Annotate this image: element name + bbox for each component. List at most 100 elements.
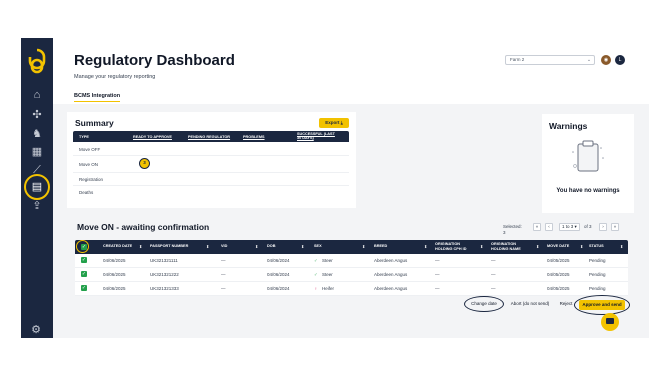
chat-icon [606,318,614,324]
reject-button[interactable]: Reject [557,299,575,309]
chat-button[interactable] [601,313,619,331]
male-icon: ♂ [314,272,318,277]
main-content: Regulatory Dashboard Manage your regulat… [53,38,649,338]
upload-icon[interactable]: ⇪ [30,199,44,213]
cell-move-date: 04/05/2025 [547,258,570,263]
abort-button[interactable]: Abort (do not send) [506,299,554,309]
col-origination-name[interactable]: ORIGINATION HOLDING NAME [491,242,533,252]
download-icon: ⤓ [340,120,343,125]
col-sex[interactable]: SEX [314,244,322,249]
warnings-title: Warnings [549,121,588,131]
summary-title: Summary [75,118,114,128]
cell-created: 04/06/2025 [103,258,126,263]
farm-select-value: Farm 2 [510,57,525,62]
warnings-empty-text: You have no warnings [556,188,620,194]
cell-cph: — [435,286,440,291]
cell-holding: — [491,272,496,277]
pager-next-icon[interactable]: › [599,223,607,231]
app-logo[interactable] [27,48,47,74]
cell-status: Pending [589,272,606,277]
selected-count: Selected: 3 [503,224,522,236]
farm-avatar-icon[interactable]: ◉ [601,55,611,65]
table-row[interactable]: ✓ 04/06/2025 UK321321333 — 04/06/2024 ♀ … [75,282,628,296]
pager-select[interactable]: 1 to 3 ▾ [559,223,580,231]
cell-created: 04/06/2025 [103,272,126,277]
sort-icon[interactable]: ⬍ [580,244,583,249]
home-icon[interactable]: ⌂ [30,88,44,102]
summary-row-type: Deaths [79,190,94,195]
sort-icon[interactable]: ⬍ [424,244,427,249]
col-passport-number[interactable]: PASSPORT NUMBER [150,244,188,249]
empty-clipboard-icon [572,140,604,172]
summary-col-type: TYPE [79,135,89,139]
cell-holding: — [491,258,496,263]
col-vid[interactable]: VID [221,244,227,249]
cell-vid: — [221,286,226,291]
cell-passport: UK321321333 [150,286,179,291]
summary-col-ready[interactable]: READY TO APPROVE [133,135,172,139]
col-created-date[interactable]: CREATED DATE [103,244,132,249]
settings-gear-icon[interactable]: ⚙ [30,324,42,336]
export-button[interactable]: Export ⤓ [319,118,349,128]
approve-and-send-button[interactable]: Approve and send [579,300,625,310]
cell-created: 04/06/2025 [103,286,126,291]
handshake-icon[interactable]: ✣ [30,108,44,122]
sort-icon[interactable]: ⬍ [139,244,142,249]
col-status[interactable]: STATUS [589,244,604,249]
summary-row-type: Registration [79,177,104,182]
cell-sex: Steer [322,272,333,277]
page-subtitle: Manage your regulatory reporting [74,74,156,80]
row-checkbox[interactable]: ✓ [81,271,87,277]
sort-icon[interactable]: ⬍ [536,244,539,249]
tab-bcms-integration[interactable]: BCMS Integration [74,93,121,102]
pager-last-icon[interactable]: » [611,223,619,231]
summary-col-problems[interactable]: PROBLEMS [243,135,265,139]
sort-icon[interactable]: ⬍ [480,244,483,249]
sort-icon[interactable]: ⬍ [362,244,365,249]
export-label: Export [325,120,340,125]
cell-breed: Aberdeen Angus [374,272,408,277]
user-avatar[interactable]: L [615,55,625,65]
col-move-date[interactable]: MOVE DATE [547,244,569,249]
table-row[interactable]: ✓ 04/06/2025 UK321321222 — 04/06/2024 ♂ … [75,268,628,282]
cell-passport: UK321321222 [150,272,179,277]
cell-breed: Aberdeen Angus [374,258,408,263]
sort-icon[interactable]: ⬍ [301,244,304,249]
col-breed[interactable]: BREED [374,244,387,249]
female-icon: ♀ [314,286,318,291]
row-checkbox[interactable]: ✓ [81,285,87,291]
clipboard-icon[interactable]: ▤ [30,180,44,194]
male-icon: ♂ [314,258,318,263]
cattle-icon[interactable]: ♞ [30,127,44,141]
summary-col-pending[interactable]: PENDING REGULATOR [188,135,230,139]
farm-select[interactable]: Farm 2 ⌄ [505,55,595,65]
sort-icon[interactable]: ⬍ [255,244,258,249]
table-row[interactable]: ✓ 04/06/2025 UK321321111 — 04/06/2024 ♂ … [75,254,628,268]
pager-first-icon[interactable]: « [533,223,541,231]
warnings-card: Warnings You have no warnings [542,114,634,213]
cell-vid: — [221,272,226,277]
cell-move-date: 04/05/2025 [547,286,570,291]
pager-select-value: 1 to 3 [562,224,574,229]
select-all-checkbox[interactable]: ✓ [81,244,87,250]
change-date-button[interactable]: Change date [467,299,501,309]
summary-row: Deaths [73,186,349,199]
cell-sex: Heifer [322,286,335,291]
sort-icon[interactable]: ⬍ [620,244,623,249]
pager-of: of 3 [584,224,592,229]
app-frame: ⌂ ✣ ♞ ▦ ⟋ ▤ ⇪ ⚙ Regulatory Dashboard Man… [21,38,649,338]
bin-icon[interactable]: ▦ [30,145,44,159]
cell-status: Pending [589,286,606,291]
col-dob[interactable]: DOB [267,244,275,249]
summary-col-successful[interactable]: SUCCESSFUL (LAST 30 DAYS) [297,132,337,140]
cell-holding: — [491,286,496,291]
pager-prev-icon[interactable]: ‹ [545,223,553,231]
table-header: ✓ CREATED DATE ⬍ PASSPORT NUMBER ⬍ VID ⬍… [75,240,628,254]
ready-count-badge[interactable]: 3 [139,158,150,169]
confirmation-table: ✓ CREATED DATE ⬍ PASSPORT NUMBER ⬍ VID ⬍… [75,240,628,296]
col-origination-cph[interactable]: ORIGINATION HOLDING CPH ID [435,242,477,252]
sort-icon[interactable]: ⬍ [206,244,209,249]
cell-sex: Steer [322,258,333,263]
row-checkbox[interactable]: ✓ [81,257,87,263]
page-title: Regulatory Dashboard [74,52,235,69]
